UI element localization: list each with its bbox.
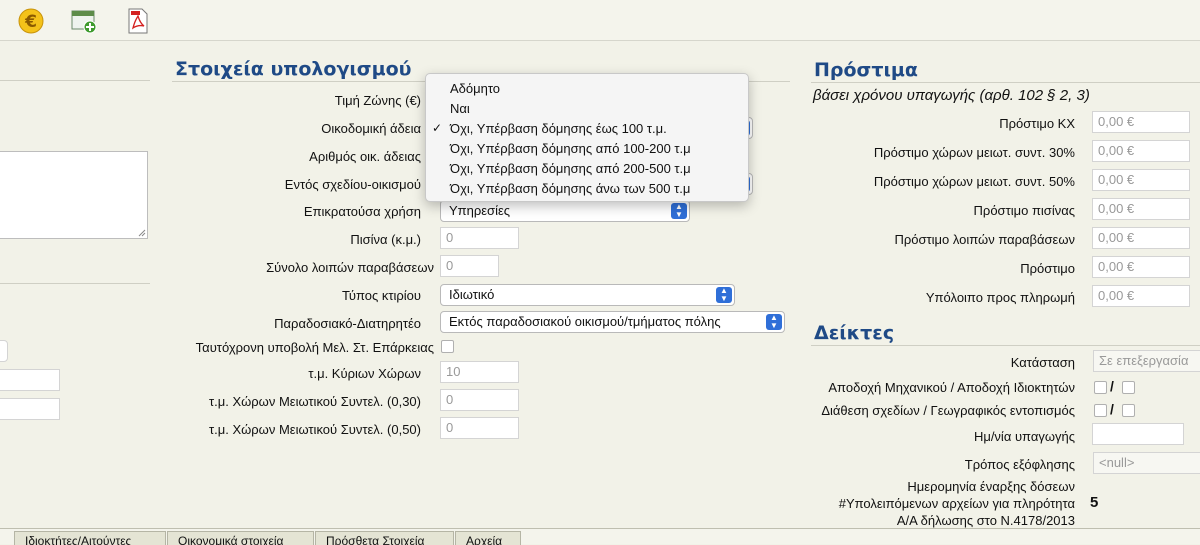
fine-row-label: Πρόστιμο χώρων μειωτ. συντ. 30% xyxy=(873,145,1075,160)
fine-row-label: Πρόστιμο χώρων μειωτ. συντ. 50% xyxy=(873,174,1075,189)
fines-subtitle: βάσει χρόνου υπαγωγής (αρθ. 102 § 2, 3) xyxy=(813,87,1090,104)
fine-row-label: Πρόστιμο λοιπών παραβάσεων xyxy=(894,232,1075,247)
permit-number-label: Αριθμός οικ. άδειας xyxy=(309,149,421,164)
status-field: Σε επεξεργασία xyxy=(1093,350,1200,372)
pool-label: Πισίνα (κ.μ.) xyxy=(350,232,421,247)
installment-date-label: Ημερομηνία έναρξης δόσεων xyxy=(907,479,1075,494)
fine-row-value[interactable]: 0,00 € xyxy=(1092,285,1190,307)
permit-dropdown-option[interactable]: Όχι, Υπέρβαση δόμησης έως 100 τ.μ. xyxy=(450,121,667,136)
left-field-3[interactable] xyxy=(0,398,60,420)
select-arrow-icon: ▲▼ xyxy=(716,287,732,303)
remaining-files-label: #Υπολειπόμενων αρχείων για πληρότητα xyxy=(838,496,1075,511)
payment-method-label: Τρόπος εξόφλησης xyxy=(964,457,1075,472)
slash-separator: / xyxy=(1110,401,1114,417)
select-arrow-icon: ▲▼ xyxy=(766,314,782,330)
main-area-label: τ.μ. Κύριων Χώρων xyxy=(308,366,421,381)
building-type-label: Τύπος κτιρίου xyxy=(342,288,421,303)
remaining-files-value: 5 xyxy=(1090,494,1099,511)
building-type-value: Ιδιωτικό xyxy=(449,287,495,302)
fine-row-label: Πρόστιμο ΚΧ xyxy=(999,116,1075,131)
use-select-value: Υπηρεσίες xyxy=(449,203,511,218)
fine-row-label: Πρόστιμο xyxy=(1020,261,1075,276)
pdf-icon[interactable] xyxy=(125,8,151,34)
zone-price-label: Τιμή Ζώνης (€) xyxy=(334,93,421,108)
geo-location-checkbox[interactable] xyxy=(1122,404,1135,417)
fine-row-label: Πρόστιμο πισίνας xyxy=(973,203,1075,218)
submission-date-label: Ημ/νία υπαγωγής xyxy=(973,429,1075,444)
other-violations-input[interactable]: 0 xyxy=(440,255,499,277)
add-window-icon[interactable] xyxy=(71,8,97,34)
engineer-owner-label: Αποδοχή Μηχανικού / Αποδοχή Ιδιοκτητών xyxy=(828,380,1075,395)
resize-handle-icon[interactable] xyxy=(138,229,146,237)
permit-dropdown-option[interactable]: Όχι, Υπέρβαση δόμησης από 200-500 τ.μ xyxy=(450,161,691,176)
fines-section-title: Πρόστιμα xyxy=(814,59,918,81)
payment-method-select[interactable]: <null> xyxy=(1093,452,1200,474)
reduced-050-label: τ.μ. Χώρων Μειωτικού Συντελ. (0,50) xyxy=(209,422,421,437)
fine-row-value[interactable]: 0,00 € xyxy=(1092,227,1190,249)
traditional-label: Παραδοσιακό-Διατηρητέο xyxy=(274,316,421,331)
left-field-2[interactable] xyxy=(0,369,60,391)
traditional-select[interactable]: Εκτός παραδοσιακού οικισμού/τμήματος πόλ… xyxy=(440,311,785,333)
euro-icon[interactable]: € xyxy=(18,8,44,34)
indicators-section-title: Δείκτες xyxy=(814,322,895,344)
fine-row-value[interactable]: 0,00 € xyxy=(1092,140,1190,162)
simultaneous-label: Ταυτόχρονη υποβολή Μελ. Στ. Επάρκειας xyxy=(195,340,434,355)
notes-textarea[interactable] xyxy=(0,151,148,239)
other-violations-label: Σύνολο λοιπών παραβάσεων xyxy=(266,260,434,275)
calc-section-title: Στοιχεία υπολογισμού xyxy=(175,58,412,80)
fine-row-value[interactable]: 0,00 € xyxy=(1092,169,1190,191)
fine-row-value[interactable]: 0,00 € xyxy=(1092,198,1190,220)
use-label: Επικρατούσα χρήση xyxy=(303,204,421,219)
pool-input[interactable]: 0 xyxy=(440,227,519,249)
permit-dropdown-option[interactable]: Αδόμητο xyxy=(450,81,500,96)
permit-dropdown-menu: Αδόμητο Ναι Όχι, Υπέρβαση δόμησης έως 100 … xyxy=(425,73,749,202)
fine-row-label: Υπόλοιπο προς πληρωμή xyxy=(925,290,1075,305)
building-type-select[interactable]: Ιδιωτικό ▲ ▼ xyxy=(440,284,735,306)
permit-label: Οικοδομική άδεια xyxy=(321,121,421,136)
plans-checkbox[interactable] xyxy=(1094,404,1107,417)
slash-separator: / xyxy=(1110,378,1114,394)
permit-dropdown-option[interactable]: Όχι, Υπέρβαση δόμησης άνω των 500 τ.μ xyxy=(450,181,690,196)
left-panel-divider-2 xyxy=(0,283,150,284)
owner-accept-checkbox[interactable] xyxy=(1122,381,1135,394)
indicators-title-divider xyxy=(811,345,1200,346)
fine-row-value[interactable]: 0,00 € xyxy=(1092,256,1190,278)
plans-label: Διάθεση σχεδίων / Γεωγραφικός εντοπισμός xyxy=(821,403,1075,418)
permit-dropdown-option[interactable]: Όχι, Υπέρβαση δόμησης από 100-200 τ.μ xyxy=(450,141,691,156)
reduced-050-input[interactable]: 0 xyxy=(440,417,519,439)
submission-date-input[interactable] xyxy=(1092,423,1184,445)
town-plan-label: Εντός σχεδίου-οικισμού xyxy=(284,177,421,192)
left-field-1[interactable] xyxy=(0,340,8,362)
simultaneous-checkbox[interactable] xyxy=(441,340,454,353)
main-area-input[interactable]: 10 xyxy=(440,361,519,383)
fine-row-value[interactable]: 0,00 € xyxy=(1092,111,1190,133)
svg-text:€: € xyxy=(24,12,37,32)
reduced-030-label: τ.μ. Χώρων Μειωτικού Συντελ. (0,30) xyxy=(209,394,421,409)
fines-title-divider xyxy=(811,82,1200,83)
left-panel-divider xyxy=(0,80,150,81)
checkmark-icon: ✓ xyxy=(432,121,443,135)
declaration-label: Α/Α δήλωσης στο Ν.4178/2013 xyxy=(896,513,1075,528)
select-arrow-icon: ▲▼ xyxy=(671,203,687,219)
permit-dropdown-option[interactable]: Ναι xyxy=(450,101,470,116)
status-label: Κατάσταση xyxy=(1010,355,1075,370)
reduced-030-input[interactable]: 0 xyxy=(440,389,519,411)
toolbar: € xyxy=(0,0,1200,41)
engineer-accept-checkbox[interactable] xyxy=(1094,381,1107,394)
traditional-value: Εκτός παραδοσιακού οικισμού/τμήματος πόλ… xyxy=(449,314,721,329)
use-select[interactable]: Υπηρεσίες ▲ ▼ xyxy=(440,200,690,222)
